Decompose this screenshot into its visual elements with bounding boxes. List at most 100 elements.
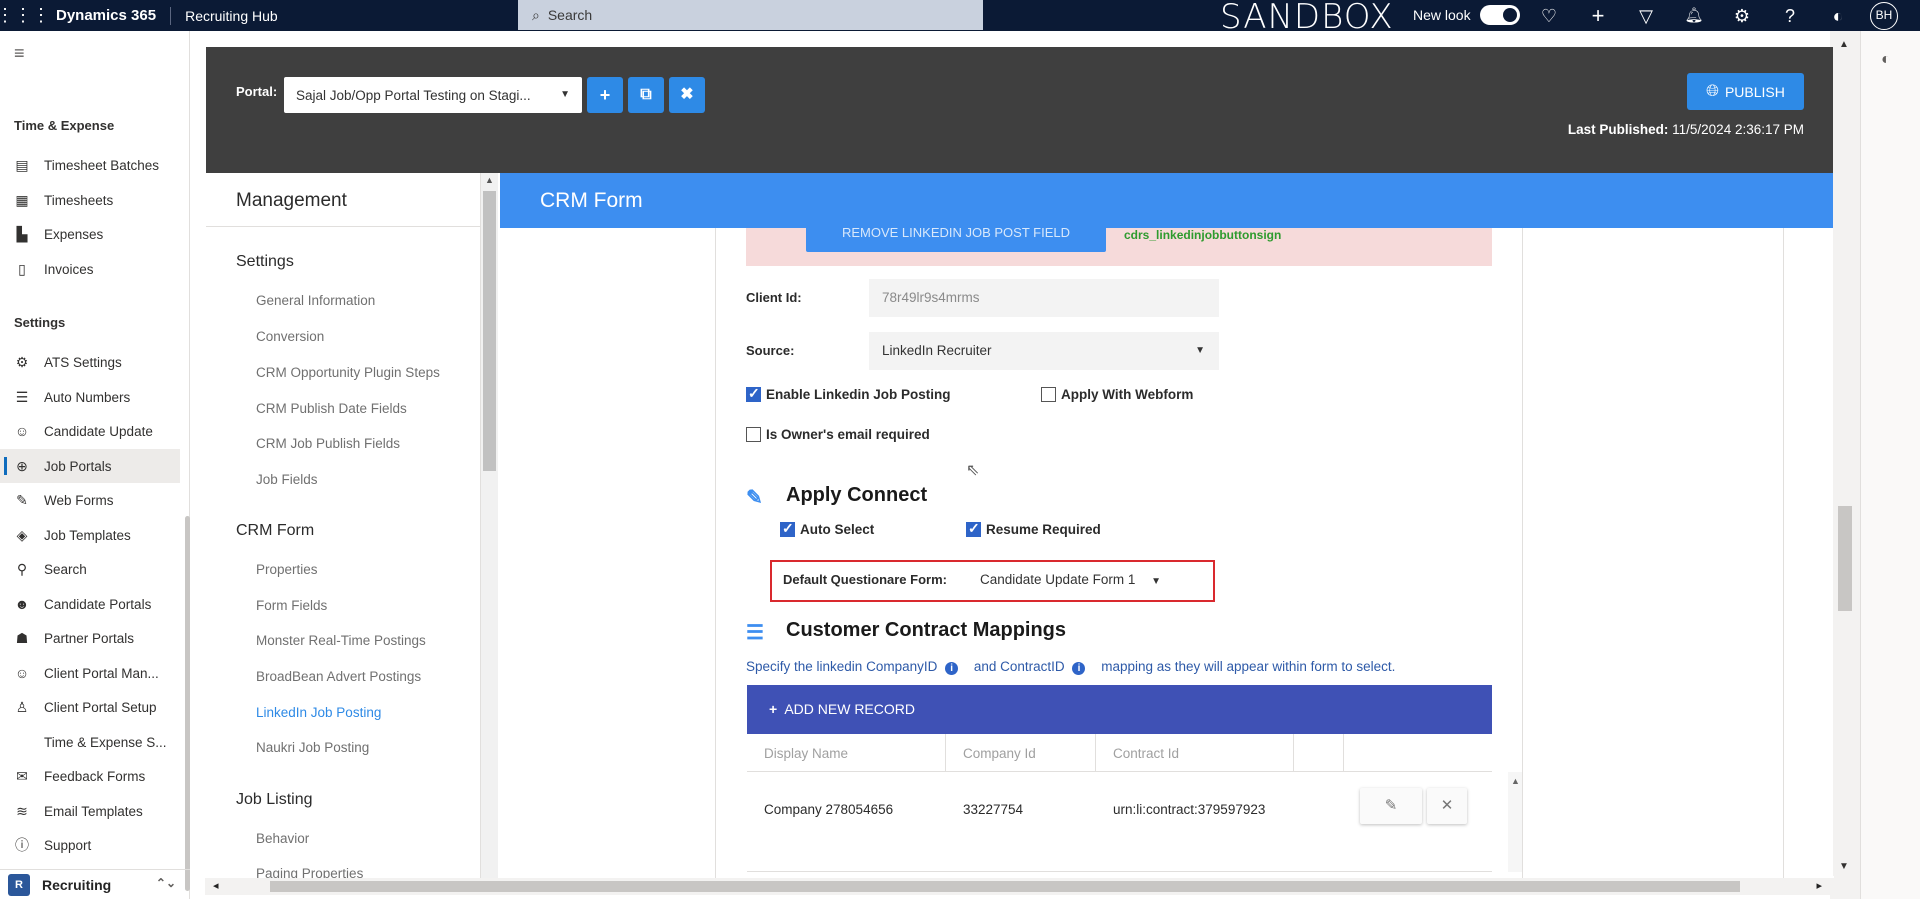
nav-item-client-portal-man[interactable]: ☺ Client Portal Man... bbox=[0, 656, 180, 690]
column-header-contract-id[interactable]: Contract Id bbox=[1096, 734, 1294, 772]
nav-item-support[interactable]: ⓘ Support bbox=[0, 828, 180, 862]
nav-item-candidate-portals[interactable]: ☻ Candidate Portals bbox=[0, 587, 180, 621]
scroll-right-icon[interactable]: ▸ bbox=[1816, 879, 1822, 892]
column-header-display-name[interactable]: Display Name bbox=[747, 734, 946, 772]
page-horizontal-scrollbar[interactable]: ◂ ▸ bbox=[205, 878, 1830, 895]
scroll-down-icon[interactable]: ▼ bbox=[1839, 861, 1849, 872]
checkbox-box[interactable] bbox=[746, 427, 761, 442]
checkbox-box[interactable] bbox=[966, 520, 981, 537]
hamburger-icon[interactable]: ≡ bbox=[14, 43, 25, 64]
help-icon[interactable]: ? bbox=[1778, 4, 1802, 28]
nav-item-ats-settings[interactable]: ⚙ ATS Settings bbox=[0, 345, 180, 379]
mg-item-paging-properties[interactable]: Paging Properties bbox=[256, 866, 363, 878]
scroll-left-icon[interactable]: ◂ bbox=[213, 879, 219, 892]
mg-item-linkedin-job-posting[interactable]: LinkedIn Job Posting bbox=[256, 705, 381, 720]
nav-item-client-portal-setup[interactable]: ♙ Client Portal Setup bbox=[0, 690, 180, 724]
bell-icon[interactable]: 🔔︎ bbox=[1682, 4, 1706, 28]
lightbulb-icon[interactable]: ♡ bbox=[1537, 4, 1561, 28]
scroll-up-icon[interactable]: ▲ bbox=[1511, 776, 1520, 786]
nav-item-search[interactable]: ⚲ Search bbox=[0, 552, 180, 586]
nav-item-auto-numbers[interactable]: ☰ Auto Numbers bbox=[0, 380, 180, 414]
mg-item-behavior[interactable]: Behavior bbox=[256, 831, 309, 846]
new-look-toggle[interactable] bbox=[1480, 5, 1520, 25]
gear-icon[interactable]: ⚙ bbox=[1730, 4, 1754, 28]
auto-select-checkbox[interactable]: Auto Select bbox=[780, 520, 874, 537]
mg-item-monster-postings[interactable]: Monster Real-Time Postings bbox=[256, 633, 426, 648]
nav-item-feedback-forms[interactable]: ✉ Feedback Forms bbox=[0, 759, 180, 793]
copilot-icon[interactable]: ◐ bbox=[1826, 4, 1850, 28]
filter-icon[interactable]: ▽ bbox=[1634, 4, 1658, 28]
add-portal-button[interactable]: + bbox=[587, 77, 623, 113]
list-icon: ☰ bbox=[746, 621, 764, 644]
page-vertical-scrollbar[interactable]: ▲ ▼ bbox=[1833, 31, 1858, 876]
scroll-thumb[interactable] bbox=[270, 881, 1740, 892]
delete-row-button[interactable]: ✕ bbox=[1427, 788, 1467, 824]
nav-item-label: Timesheet Batches bbox=[44, 157, 160, 173]
nav-item-web-forms[interactable]: ✎ Web Forms bbox=[0, 483, 180, 517]
source-select[interactable]: LinkedIn Recruiter ▼ bbox=[869, 332, 1219, 370]
field-strip: REMOVE LINKEDIN JOB POST FIELD cdrs_link… bbox=[746, 228, 1492, 266]
nav-item-candidate-update[interactable]: ☺ Candidate Update bbox=[0, 414, 180, 448]
mg-item-job-fields[interactable]: Job Fields bbox=[256, 472, 318, 487]
publish-button[interactable]: 🌐︎ PUBLISH bbox=[1687, 73, 1804, 110]
mg-item-general-information[interactable]: General Information bbox=[256, 293, 375, 308]
numbered-list-icon: ☰ bbox=[15, 388, 29, 405]
nav-item-timesheet-batches[interactable]: ▤ Timesheet Batches bbox=[0, 148, 180, 182]
cell-display-name: Company 278054656 bbox=[764, 802, 894, 817]
scroll-up-icon[interactable]: ▲ bbox=[485, 175, 494, 185]
mg-item-naukri-job-posting[interactable]: Naukri Job Posting bbox=[256, 740, 369, 755]
nav-item-time-expense-settings[interactable]: Time & Expense S... bbox=[0, 725, 180, 759]
column-header-company-id[interactable]: Company Id bbox=[946, 734, 1096, 772]
app-launcher-icon[interactable]: ⋮⋮⋮ bbox=[0, 0, 50, 31]
grid-scrollbar[interactable]: ▲ bbox=[1508, 772, 1522, 872]
owner-email-required-checkbox[interactable]: Is Owner's email required bbox=[746, 427, 930, 442]
nav-item-timesheets[interactable]: ▦ Timesheets bbox=[0, 183, 180, 217]
area-switcher[interactable]: R Recruiting ⌃⌄ bbox=[0, 869, 190, 899]
mg-item-crm-publish-date-fields[interactable]: CRM Publish Date Fields bbox=[256, 401, 407, 416]
nav-item-partner-portals[interactable]: ☗ Partner Portals bbox=[0, 621, 180, 655]
person-settings-icon: ♙ bbox=[15, 698, 29, 715]
add-new-record-button[interactable]: + ADD NEW RECORD bbox=[747, 685, 1492, 734]
nav-item-job-templates[interactable]: ◈ Job Templates bbox=[0, 518, 180, 552]
nav-item-job-portals[interactable]: ⊕ Job Portals bbox=[0, 449, 180, 483]
resume-required-checkbox[interactable]: Resume Required bbox=[966, 520, 1101, 537]
scroll-up-icon[interactable]: ▲ bbox=[1839, 39, 1849, 50]
mg-item-broadbean-postings[interactable]: BroadBean Advert Postings bbox=[256, 669, 421, 684]
portal-select[interactable]: Sajal Job/Opp Portal Testing on Stagi...… bbox=[284, 77, 582, 113]
checkbox-box[interactable] bbox=[1041, 387, 1056, 402]
scroll-thumb[interactable] bbox=[1838, 506, 1852, 611]
plus-icon[interactable]: + bbox=[1586, 4, 1610, 28]
copilot-icon[interactable]: ◐ bbox=[1881, 51, 1891, 69]
module-name[interactable]: Recruiting Hub bbox=[171, 8, 278, 24]
mg-item-crm-opportunity-plugin-steps[interactable]: CRM Opportunity Plugin Steps bbox=[256, 365, 440, 380]
default-questionare-select[interactable]: Candidate Update Form 1 ▼ bbox=[980, 572, 1161, 587]
mg-item-crm-job-publish-fields[interactable]: CRM Job Publish Fields bbox=[256, 436, 400, 451]
mg-item-form-fields[interactable]: Form Fields bbox=[256, 598, 327, 613]
copy-portal-button[interactable]: ⧉ bbox=[628, 77, 664, 113]
global-search-box[interactable]: ⌕ Search bbox=[518, 0, 983, 30]
management-scrollbar[interactable]: ▲ bbox=[481, 173, 498, 878]
avatar[interactable]: BH bbox=[1870, 2, 1898, 30]
client-id-field[interactable]: 78r49lr9s4mrms bbox=[869, 279, 1219, 317]
checkbox-box[interactable] bbox=[780, 520, 795, 537]
apply-with-webform-checkbox[interactable]: Apply With Webform bbox=[1041, 387, 1193, 402]
nav-item-label: Expenses bbox=[44, 226, 104, 242]
mg-item-conversion[interactable]: Conversion bbox=[256, 329, 324, 344]
info-icon[interactable]: i bbox=[945, 662, 959, 675]
edit-row-button[interactable]: ✎ bbox=[1360, 788, 1422, 824]
nav-item-label: Job Templates bbox=[44, 527, 131, 543]
checkbox-box[interactable] bbox=[746, 385, 761, 402]
nav-item-email-templates[interactable]: ≋ Email Templates bbox=[0, 794, 180, 828]
app-name[interactable]: Dynamics 365 bbox=[46, 6, 172, 25]
nav-group-settings: Settings bbox=[14, 315, 66, 330]
info-icon[interactable]: i bbox=[1072, 662, 1086, 675]
delete-portal-button[interactable]: ✖ bbox=[669, 77, 705, 113]
nav-item-invoices[interactable]: ▯ Invoices bbox=[0, 252, 180, 286]
remove-linkedin-field-button[interactable]: REMOVE LINKEDIN JOB POST FIELD bbox=[806, 228, 1106, 252]
nav-item-label: Timesheets bbox=[44, 192, 114, 208]
nav-item-expenses[interactable]: ▙ Expenses bbox=[0, 217, 180, 251]
mg-item-properties[interactable]: Properties bbox=[256, 562, 318, 577]
scroll-thumb[interactable] bbox=[483, 191, 496, 471]
publish-label: PUBLISH bbox=[1724, 83, 1785, 100]
enable-linkedin-checkbox[interactable]: Enable Linkedin Job Posting bbox=[746, 385, 951, 402]
